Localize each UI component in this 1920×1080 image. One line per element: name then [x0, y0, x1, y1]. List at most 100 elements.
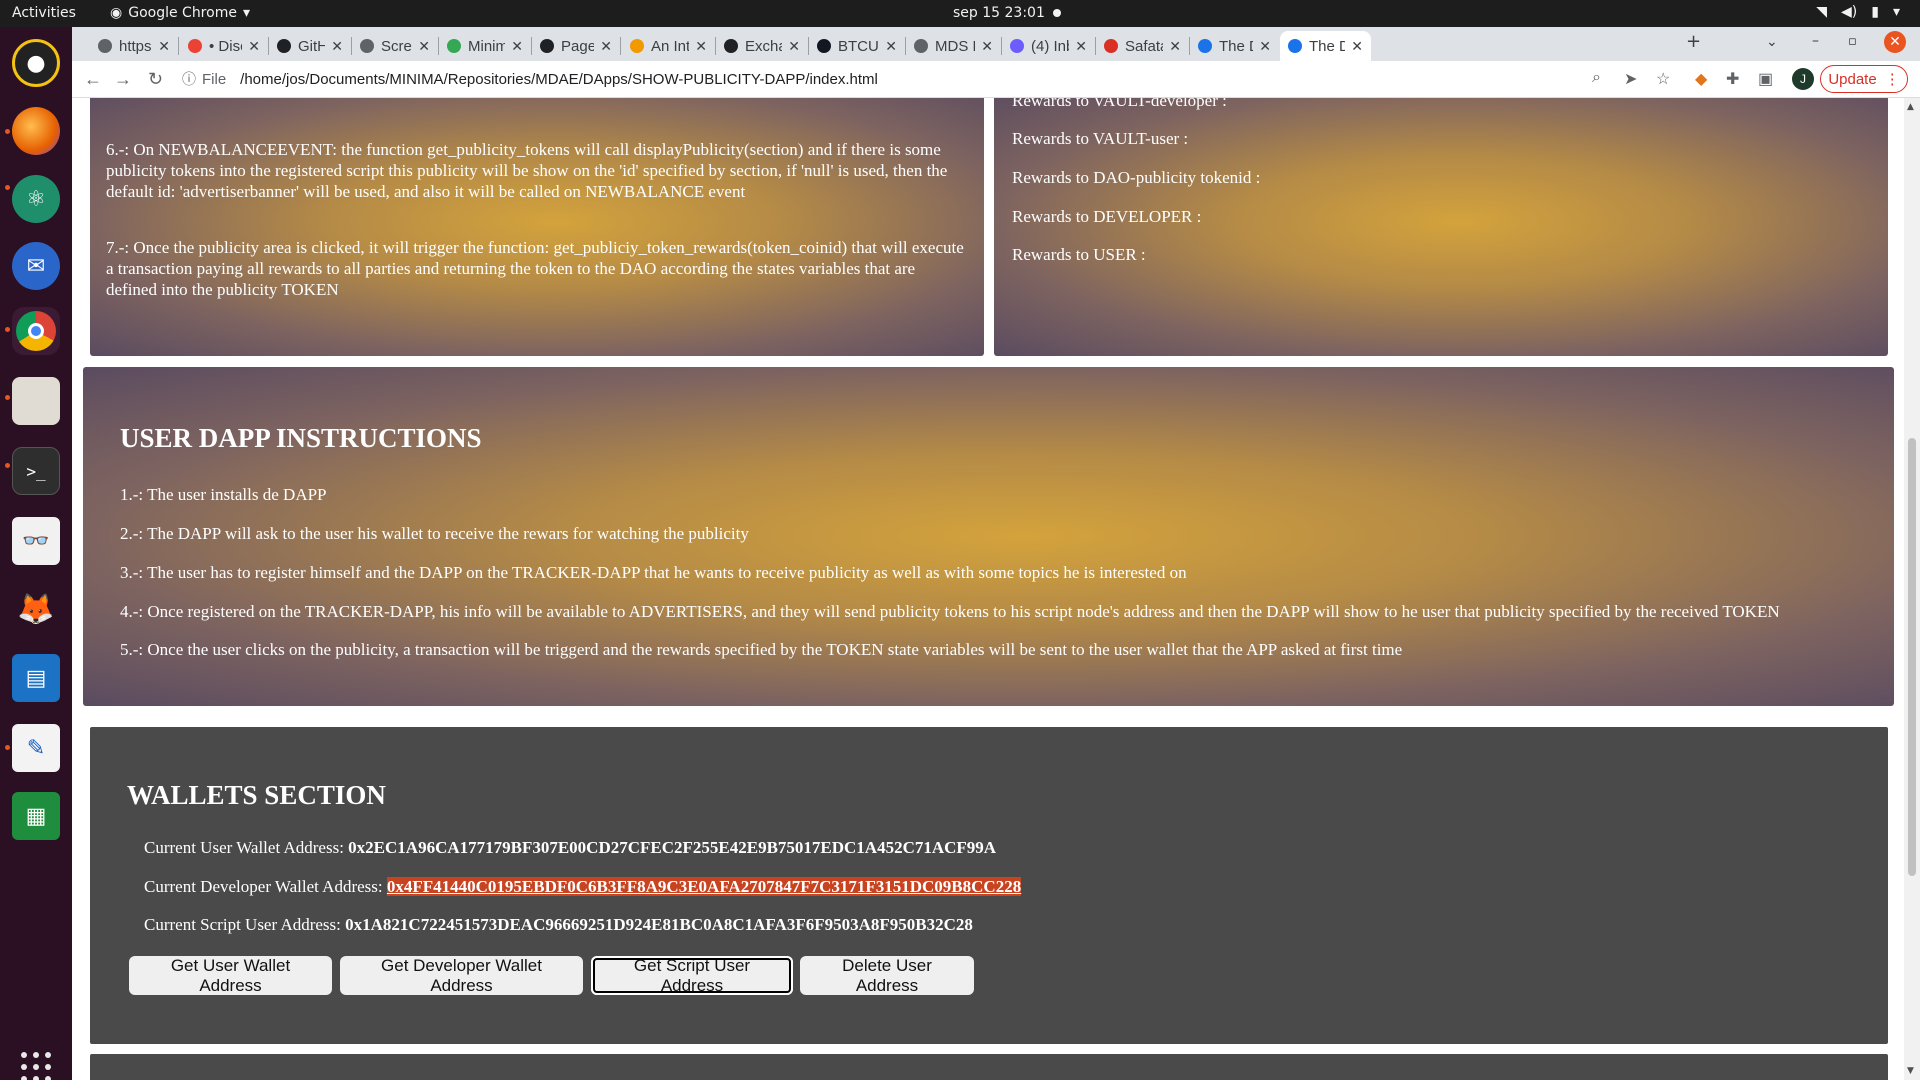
tab-9[interactable]: MDS H ✕: [906, 31, 1001, 61]
extensions-icon[interactable]: ✚: [1726, 69, 1739, 89]
tab-title: Exchan: [745, 37, 782, 55]
tab-title: Safata: [1125, 37, 1163, 55]
chrome-dock-icon[interactable]: [12, 307, 60, 355]
developer-wallet-label: Current Developer Wallet Address:: [144, 877, 387, 896]
tab-close-icon[interactable]: ✕: [1351, 38, 1363, 55]
tab-1[interactable]: • Disco ✕: [180, 31, 268, 61]
tab-13[interactable]: The DA ✕: [1280, 31, 1371, 61]
tab-close-icon[interactable]: ✕: [695, 38, 707, 55]
document-viewer-icon[interactable]: 👓: [12, 517, 60, 565]
reward-vault-user: Rewards to VAULT-user :: [1012, 129, 1189, 148]
tab-close-icon[interactable]: ✕: [1259, 38, 1271, 55]
user-wallet-row: Current User Wallet Address: 0x2EC1A96CA…: [144, 838, 996, 858]
scrollbar-thumb[interactable]: [1908, 438, 1916, 876]
bookmark-star-icon[interactable]: ☆: [1656, 69, 1670, 89]
maximize-button[interactable]: ▫: [1848, 34, 1857, 49]
app-menu[interactable]: ◉ Google Chrome ▾: [110, 5, 250, 21]
tab-title: The DA: [1309, 37, 1346, 55]
get-user-wallet-button[interactable]: Get User Wallet Address: [129, 956, 332, 995]
close-window-button[interactable]: ✕: [1884, 31, 1906, 53]
activities-button[interactable]: Activities: [12, 5, 76, 21]
tab-close-icon[interactable]: ✕: [158, 38, 170, 55]
page-viewport: 6.-: On NEWBALANCEEVENT: the function ge…: [72, 98, 1904, 1080]
tab-close-icon[interactable]: ✕: [511, 38, 523, 55]
tab-4[interactable]: Minima ✕: [439, 31, 531, 61]
get-script-user-address-button[interactable]: Get Script User Address: [591, 956, 793, 995]
minimize-button[interactable]: –: [1812, 33, 1819, 49]
tab-7[interactable]: Exchan ✕: [716, 31, 808, 61]
tab-title: Minima: [468, 37, 506, 55]
scroll-down-arrow[interactable]: ▼: [1907, 1066, 1914, 1076]
tab-3[interactable]: Screen ✕: [352, 31, 438, 61]
tab-close-icon[interactable]: ✕: [1075, 38, 1087, 55]
writer-icon[interactable]: ▤: [12, 654, 60, 702]
get-developer-wallet-button[interactable]: Get Developer Wallet Address: [340, 956, 583, 995]
metamask-icon[interactable]: ◆: [1695, 69, 1707, 89]
tab-close-icon[interactable]: ✕: [885, 38, 897, 55]
atom-icon[interactable]: ⚛: [12, 175, 60, 223]
profile-avatar[interactable]: J: [1792, 68, 1814, 90]
next-section-card: [90, 1054, 1888, 1080]
user-instruction-item: 1.-: The user installs de DAPP: [120, 485, 327, 504]
tab-favicon-icon: [1288, 39, 1302, 53]
text-editor-icon[interactable]: ✎: [12, 724, 60, 772]
back-button[interactable]: ←: [84, 69, 102, 90]
tab-favicon-icon: [188, 39, 202, 53]
tab-close-icon[interactable]: ✕: [981, 38, 993, 55]
user-instructions-title: USER DAPP INSTRUCTIONS: [120, 423, 482, 453]
address-bar[interactable]: ⓘ File /home/jos/Documents/MINIMA/Reposi…: [182, 64, 1632, 94]
url-text[interactable]: /home/jos/Documents/MINIMA/Repositories/…: [240, 71, 878, 88]
user-instruction-item: 2.-: The DAPP will ask to the user his w…: [120, 524, 749, 543]
rhythmbox-icon[interactable]: ●: [12, 39, 60, 87]
clock[interactable]: sep 15 23:01: [953, 5, 1045, 21]
page-scrollbar[interactable]: ▲ ▼: [1904, 98, 1920, 1080]
tab-6[interactable]: An Intr ✕: [622, 31, 715, 61]
tab-favicon-icon: [817, 39, 831, 53]
tab-search-icon[interactable]: ⌄: [1766, 34, 1778, 50]
app-name: Google Chrome: [128, 5, 237, 21]
info-icon[interactable]: ⓘ: [182, 69, 196, 89]
tab-close-icon[interactable]: ✕: [1169, 38, 1181, 55]
tab-favicon-icon: [540, 39, 554, 53]
show-apps-icon[interactable]: [18, 1049, 54, 1080]
tab-0[interactable]: https:// ✕: [90, 31, 178, 61]
tab-close-icon[interactable]: ✕: [331, 38, 343, 55]
tab-10[interactable]: (4) Inbo ✕: [1002, 31, 1095, 61]
tab-close-icon[interactable]: ✕: [418, 38, 430, 55]
tab-2[interactable]: GitHub ✕: [269, 31, 351, 61]
gimp-icon[interactable]: 🦊: [12, 585, 60, 633]
script-address-row: Current Script User Address: 0x1A821C722…: [144, 915, 973, 935]
side-panel-icon[interactable]: ▣: [1758, 69, 1773, 89]
notification-dot: [1053, 9, 1061, 17]
tab-5[interactable]: Page n ✕: [532, 31, 620, 61]
scroll-up-arrow[interactable]: ▲: [1907, 102, 1914, 112]
send-icon[interactable]: ➤: [1624, 69, 1637, 89]
forward-button[interactable]: →: [114, 69, 132, 90]
tab-8[interactable]: BTCUS ✕: [809, 31, 905, 61]
chevron-down-icon: ▾: [1892, 4, 1900, 20]
update-button[interactable]: Update ⋮: [1820, 65, 1908, 93]
files-icon[interactable]: [12, 377, 60, 425]
firefox-icon[interactable]: [12, 107, 60, 155]
tab-close-icon[interactable]: ✕: [600, 38, 612, 55]
tab-separator: [620, 37, 621, 55]
tab-close-icon[interactable]: ✕: [788, 38, 800, 55]
user-instruction-item: 4.-: Once registered on the TRACKER-DAPP…: [120, 602, 1780, 621]
system-tray[interactable]: ◥ ◀) ▮ ▾: [1816, 4, 1900, 20]
reward-user: Rewards to USER :: [1012, 245, 1146, 264]
developer-wallet-address[interactable]: 0x4FF41440C0195EBDF0C6B3FF8A9C3E0AFA2707…: [386, 877, 1022, 896]
tab-12[interactable]: The DA ✕: [1190, 31, 1279, 61]
system-top-bar: Activities ◉ Google Chrome ▾ sep 15 23:0…: [0, 0, 1920, 27]
tab-close-icon[interactable]: ✕: [248, 38, 260, 55]
terminal-icon[interactable]: >_: [12, 447, 60, 495]
reload-button[interactable]: ↻: [148, 69, 163, 90]
user-wallet-address: 0x2EC1A96CA177179BF307E00CD27CFEC2F255E4…: [348, 838, 997, 857]
tab-11[interactable]: Safata ✕: [1096, 31, 1189, 61]
thunderbird-icon[interactable]: ✉: [12, 242, 60, 290]
tab-title: Page n: [561, 37, 595, 55]
calc-icon[interactable]: ▦: [12, 792, 60, 840]
delete-user-address-button[interactable]: Delete User Address: [800, 956, 974, 995]
new-tab-button[interactable]: +: [1686, 31, 1701, 52]
tab-title: An Intr: [651, 37, 690, 55]
zoom-icon[interactable]: ⌕: [1592, 69, 1601, 87]
